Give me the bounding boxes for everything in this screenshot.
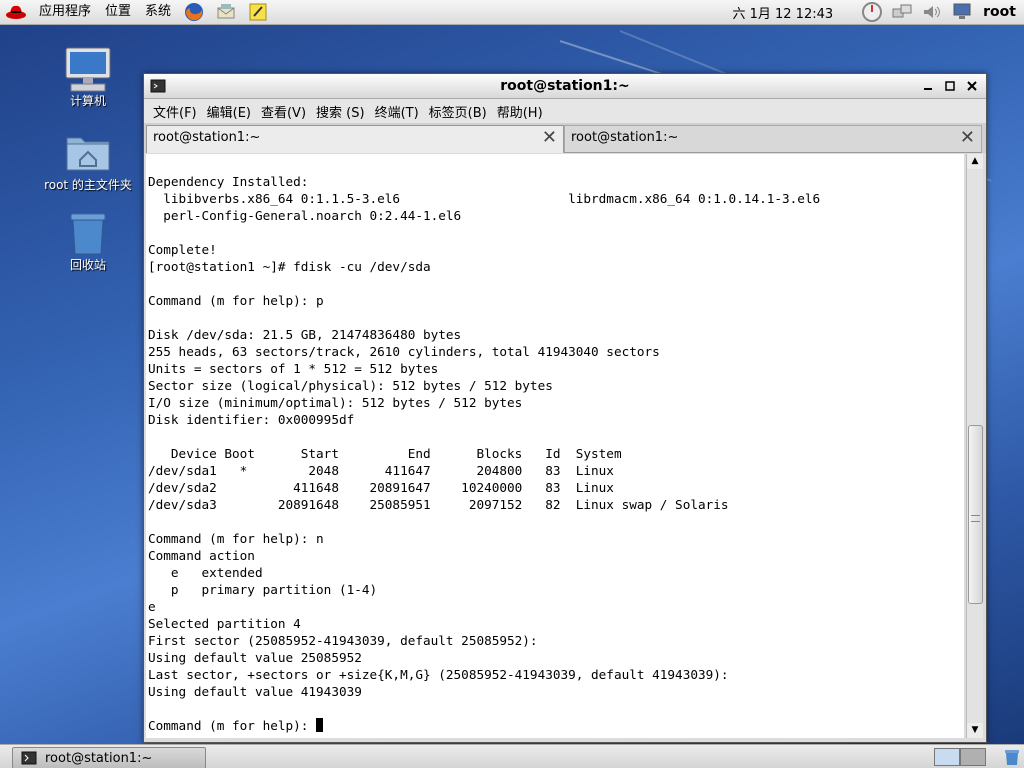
mail-client-icon[interactable] [214, 1, 238, 23]
user-name[interactable]: root [983, 4, 1016, 20]
menu-edit[interactable]: 编辑(E) [202, 102, 256, 121]
menu-terminal[interactable]: 终端(T) [370, 102, 424, 121]
trash-icon [63, 210, 113, 255]
close-button[interactable] [962, 76, 982, 96]
desktop-icon-computer[interactable]: 计算机 [38, 46, 138, 109]
trash-applet-icon[interactable] [1002, 748, 1022, 768]
window-titlebar[interactable]: root@station1:~ [144, 74, 986, 99]
window-menubar: 文件(F) 编辑(E) 查看(V) 搜索 (S) 终端(T) 标签页(B) 帮助… [144, 99, 986, 123]
desktop-icon-home[interactable]: root 的主文件夹 [38, 130, 138, 193]
tab-close-icon[interactable]: ✕ [960, 128, 975, 148]
tab-label: root@station1:~ [571, 130, 679, 145]
minimize-icon [924, 88, 932, 90]
desktop-icon-label: root 的主文件夹 [44, 178, 132, 192]
display-monitor-icon[interactable] [950, 1, 974, 23]
menu-file[interactable]: 文件(F) [148, 102, 202, 121]
close-icon [967, 81, 977, 91]
terminal-task-icon [21, 751, 37, 765]
desktop-icon-label: 计算机 [69, 94, 106, 108]
terminal-scrollbar[interactable]: ▲ ▼ [966, 154, 983, 738]
terminal-output[interactable]: Dependency Installed: libibverbs.x86_64 … [146, 154, 964, 738]
home-folder-icon [63, 130, 113, 174]
network-icon[interactable] [890, 1, 914, 23]
computer-icon [63, 46, 113, 92]
maximize-button[interactable] [940, 76, 960, 96]
terminal-window: root@station1:~ 文件(F) 编辑(E) 查看(V) 搜索 (S)… [143, 73, 987, 743]
scroll-down-arrow-icon[interactable]: ▼ [967, 723, 983, 738]
scrollbar-grip [971, 514, 980, 522]
workspace-2[interactable] [960, 748, 986, 766]
workspace-switcher [934, 748, 988, 766]
workspace-1[interactable] [934, 748, 960, 766]
minimize-button[interactable] [918, 76, 938, 96]
redhat-logo-icon[interactable] [4, 1, 28, 23]
desktop-icon-label: 回收站 [69, 258, 106, 272]
tab-label: root@station1:~ [153, 130, 261, 145]
menu-search[interactable]: 搜索 (S) [311, 102, 370, 121]
clock[interactable]: 六 1月 12 12:43 [732, 3, 833, 22]
tab-terminal-1[interactable]: root@station1:~ ✕ [146, 125, 564, 153]
system-menu[interactable]: 系统 [138, 0, 178, 24]
desktop-icon-trash[interactable]: 回收站 [38, 210, 138, 273]
terminal-cursor [316, 718, 324, 732]
notes-editor-icon[interactable] [246, 1, 270, 23]
taskbar-window-label: root@station1:~ [45, 750, 153, 766]
top-panel: 应用程序 位置 系统 六 1月 12 12:43 root [0, 0, 1024, 25]
terminal-text: Dependency Installed: libibverbs.x86_64 … [148, 174, 821, 733]
taskbar-window-button[interactable]: root@station1:~ [12, 747, 206, 768]
menu-tabs[interactable]: 标签页(B) [424, 102, 492, 121]
tab-close-icon[interactable]: ✕ [542, 128, 557, 148]
bottom-panel: root@station1:~ [0, 744, 1024, 768]
applications-menu[interactable]: 应用程序 [32, 0, 98, 24]
system-tray: 六 1月 12 12:43 root [732, 0, 1024, 24]
window-title: root@station1:~ [500, 78, 630, 94]
power-icon[interactable] [860, 1, 884, 23]
tab-bar: root@station1:~ ✕ root@station1:~ ✕ [144, 123, 986, 153]
menu-view[interactable]: 查看(V) [256, 102, 311, 121]
terminal-prompt: Command (m for help): [148, 718, 317, 733]
places-menu[interactable]: 位置 [98, 0, 138, 24]
firefox-icon[interactable] [182, 1, 206, 23]
scroll-up-arrow-icon[interactable]: ▲ [967, 154, 983, 169]
tab-terminal-2[interactable]: root@station1:~ ✕ [564, 125, 982, 153]
scrollbar-thumb[interactable] [968, 425, 983, 604]
volume-icon[interactable] [920, 1, 944, 23]
menu-help[interactable]: 帮助(H) [492, 102, 548, 121]
maximize-icon [945, 81, 955, 91]
